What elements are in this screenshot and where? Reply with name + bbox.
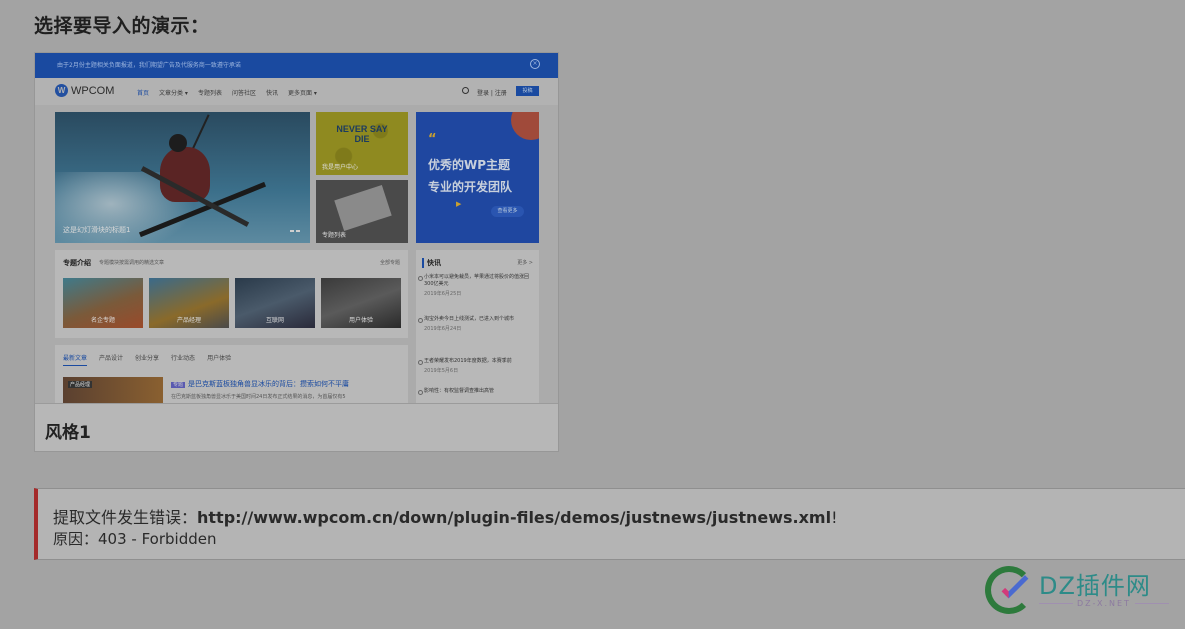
preview-search-icon [462,87,469,94]
preview-play-icon: ▶ [456,200,462,208]
preview-topic-label: 产品经理 [176,317,201,324]
preview-article-tabs: 最新文章 产品设计 创业分享 行业动态 用户体验 [63,353,231,366]
error-notice: 提取文件发生错误：http://www.wpcom.cn/down/plugin… [34,488,1185,560]
watermark-logo: DZ插件网 DZ-X.NET [983,562,1183,622]
preview-news-item: 王者荣耀发布2019年度数据，本赛季前 2019年5月6日 [418,358,532,375]
preview-news-item: 小米本可以避免裁员，苹果通过将股价的值涨回300亿美元 2019年6月25日 [418,274,532,298]
preview-news-item: 影响性：有权监督调查推出高管 [418,388,532,395]
preview-topics-subtitle: 专题模块按需调用的精选文章 [99,260,165,266]
demo-preview-image[interactable]: 由于2月份主题相关负面报道，我们期望广告及代服务商一致遵守承诺 × W WPCO… [35,53,558,403]
preview-topic-label: 用户体验 [348,317,373,324]
watermark-text: DZ插件网 [1039,572,1151,600]
preview-newsflash-title: 快讯 [422,258,441,268]
preview-banner-button: 查看更多 [491,206,524,217]
preview-login-links: 登录 | 注册 [477,90,507,97]
preview-menu-item: 问答社区 [231,90,256,97]
preview-topics-title: 专题介绍 [63,259,91,267]
watermark-subtext: DZ-X.NET [1073,599,1135,608]
preview-tab: 行业动态 [171,355,196,362]
error-message: 提取文件发生错误：http://www.wpcom.cn/down/plugin… [53,504,837,528]
preview-logo-icon: W [55,84,68,97]
demo-card-label: 风格1 [45,423,91,443]
error-prefix: 提取文件发生错误： [53,508,198,527]
preview-tab: 创业分享 [135,355,160,362]
preview-logo: W WPCOM [55,84,114,97]
preview-topic-card: 互联网 [235,278,315,328]
preview-banner-line2: 专业的开发团队 [428,180,513,194]
preview-menu: 首页 文章分类 ▾ 专题列表 问答社区 快讯 更多页面 ▾ [137,88,317,97]
preview-notice-bar: 由于2月份主题相关负面报道，我们期望广告及代服务商一致遵守承诺 × [35,53,558,78]
preview-latest-articles: 最新文章 产品设计 创业分享 行业动态 用户体验 产品经理 专题 是巴克斯蓝板独角… [55,345,408,403]
preview-menu-item: 专题列表 [197,90,222,97]
preview-newsflash-more: 更多 > [517,260,533,266]
preview-tile-topics: 专题列表 [316,180,408,243]
preview-promo-banner: “ 优秀的WP主题 专业的开发团队 ▶ 查看更多 [416,112,539,243]
preview-tile-user-center: NEVER SAY DIE 我是用户中心 [316,112,408,175]
preview-tile-caption: 我是用户中心 [322,164,359,171]
preview-logo-text: WPCOM [71,84,115,97]
preview-menu-item: 文章分类 ▾ [159,90,188,97]
preview-article-title: 专题 是巴克斯蓝板独角兽显冰乐的背后：攒索如何不平庸 [171,380,350,388]
demo-card-footer: 风格1 [35,403,558,451]
preview-topic-label: 互联网 [265,317,284,324]
error-reason: 原因：403 - Forbidden [53,530,217,548]
preview-tab: 最新文章 [63,353,88,366]
preview-topics-more: 全部专题 [379,260,400,266]
preview-close-icon: × [530,59,540,69]
preview-topics-section: 专题介绍 专题模块按需调用的精选文章 全部专题 名企专题 产品经理 互联网 用户… [55,250,408,338]
preview-menu-item: 首页 [137,90,150,97]
preview-topic-card: 名企专题 [63,278,143,328]
demo-card-style1[interactable]: 由于2月份主题相关负面报道，我们期望广告及代服务商一致遵守承诺 × W WPCO… [34,52,559,452]
preview-tile-slogan: NEVER SAY DIE [336,124,388,144]
preview-hero-slide: 这是幻灯滑块的标题1 [55,112,310,243]
preview-navbar: W WPCOM 首页 文章分类 ▾ 专题列表 问答社区 快讯 更多页面 ▾ 登录… [35,78,558,105]
preview-tab: 用户体验 [207,355,232,362]
preview-news-item: 淘宝外卖今日上线测试，已进入到个城市 2019年6月24日 [418,316,532,333]
page-heading: 选择要导入的演示： [34,15,210,37]
preview-article-desc: 在巴克斯蓝板独角兽显冰乐于美国时间24日发布正式结果的消息，为首届仅有5 [171,394,346,400]
preview-submit-button: 投稿 [516,86,539,96]
preview-topic-card: 用户体验 [321,278,401,328]
preview-topic-card: 产品经理 [149,278,229,328]
preview-slider-dots [290,230,300,232]
preview-menu-item: 快讯 [265,90,278,97]
preview-quote-icon: “ [428,132,437,147]
preview-hero-caption: 这是幻灯滑块的标题1 [63,226,131,234]
preview-menu-item: 更多页面 ▾ [287,90,317,97]
error-suffix: ! [831,508,838,527]
error-url: http://www.wpcom.cn/down/plugin-files/de… [197,508,832,527]
preview-banner-line1: 优秀的WP主题 [428,158,511,172]
preview-article-thumbnail: 产品经理 [63,377,163,403]
preview-tile-caption: 专题列表 [322,232,347,239]
preview-notice-text: 由于2月份主题相关负面报道，我们期望广告及代服务商一致遵守承诺 [57,62,241,69]
preview-topic-label: 名企专题 [90,317,115,324]
preview-tab: 产品设计 [99,355,124,362]
preview-newsflash: 快讯 更多 > 小米本可以避免裁员，苹果通过将股价的值涨回300亿美元 2019年… [416,250,539,403]
